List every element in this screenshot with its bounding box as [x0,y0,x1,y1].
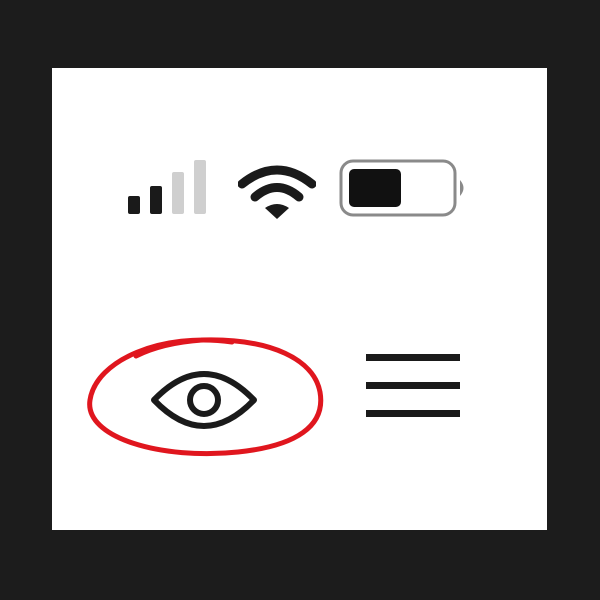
phone-screen [52,68,547,530]
visibility-toggle-button[interactable] [82,314,332,464]
eye-icon [151,371,257,429]
menu-button[interactable] [352,338,482,438]
hamburger-menu-icon [366,354,460,417]
outer-frame [0,0,600,600]
signal-bar-4 [194,160,206,214]
toolbar [52,298,547,478]
cellular-signal-icon [126,158,216,218]
signal-bar-1 [128,196,140,214]
highlight-circle [87,337,324,457]
battery-fill [349,169,401,207]
battery-icon [338,158,470,218]
signal-bar-3 [172,172,184,214]
signal-bar-2 [150,186,162,214]
status-bar [52,68,547,268]
wifi-icon [238,164,316,222]
